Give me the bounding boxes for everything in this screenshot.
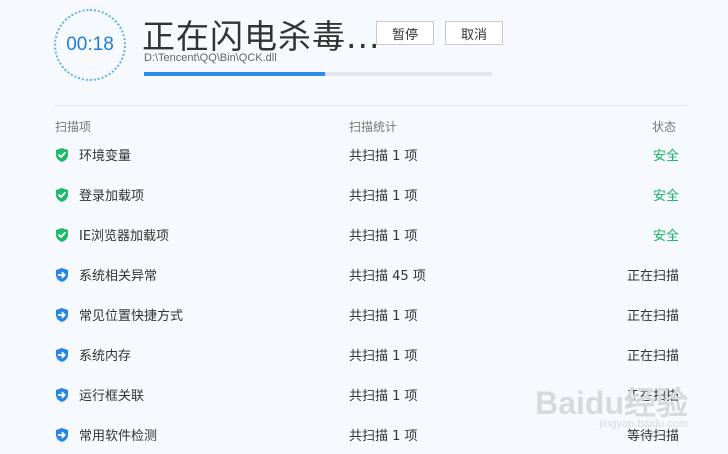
scan-progress-bar — [144, 72, 492, 76]
column-header-item: 扫描项 — [55, 120, 92, 134]
page-title: 正在闪电杀毒... — [142, 17, 381, 56]
green-shield-check-icon — [54, 147, 70, 163]
scan-item-state: 安全 — [652, 149, 679, 164]
pause-button[interactable]: 暂停 — [376, 21, 434, 45]
scan-item-state: 安全 — [652, 189, 679, 204]
scan-item-name: 常见位置快捷方式 — [79, 309, 184, 324]
scan-item-name: 常用软件检测 — [79, 429, 158, 444]
scan-timer: 00:18 — [54, 9, 126, 81]
scan-item-state: 等待扫描 — [626, 429, 679, 444]
blue-shield-arrow-icon — [54, 387, 70, 403]
scan-item-name: 登录加载项 — [79, 189, 145, 204]
scan-item-stat: 共扫描 1 项 — [349, 309, 418, 324]
scan-item-state: 正在扫描 — [626, 389, 679, 404]
scan-item-state: 正在扫描 — [626, 349, 679, 364]
green-shield-check-icon — [54, 227, 70, 243]
scan-item-stat: 共扫描 1 项 — [349, 389, 418, 404]
scan-item-state: 安全 — [652, 229, 679, 244]
scan-item-row: 系统内存 共扫描 1 项 正在扫描 — [0, 334, 728, 374]
blue-shield-arrow-icon — [54, 347, 70, 363]
cancel-button[interactable]: 取消 — [445, 21, 503, 45]
current-file-path: D:\Tencent\QQ\Bin\QCK.dll — [144, 52, 277, 64]
scan-item-stat: 共扫描 1 项 — [349, 229, 418, 244]
scan-progress-fill — [144, 72, 325, 76]
scan-item-row: 运行框关联 共扫描 1 项 正在扫描 — [0, 374, 728, 414]
scan-item-name: 系统内存 — [79, 349, 132, 364]
blue-shield-arrow-icon — [54, 307, 70, 323]
scan-item-stat: 共扫描 45 项 — [349, 269, 426, 284]
scan-item-stat: 共扫描 1 项 — [349, 149, 418, 164]
scan-item-row: 常见位置快捷方式 共扫描 1 项 正在扫描 — [0, 294, 728, 334]
scan-item-stat: 共扫描 1 项 — [349, 349, 418, 364]
scan-item-list: 环境变量 共扫描 1 项 安全 登录加载项 共扫描 1 项 安全 IE浏览器加载… — [0, 134, 728, 454]
column-header-stat: 扫描统计 — [349, 120, 398, 134]
blue-shield-arrow-icon — [54, 267, 70, 283]
scan-item-row: 登录加载项 共扫描 1 项 安全 — [0, 174, 728, 214]
scan-item-state: 正在扫描 — [626, 309, 679, 324]
column-header-state: 状态 — [651, 120, 676, 134]
green-shield-check-icon — [54, 187, 70, 203]
scan-item-row: 系统相关异常 共扫描 45 项 正在扫描 — [0, 254, 728, 294]
timer-text: 00:18 — [66, 34, 114, 55]
blue-shield-arrow-icon — [54, 427, 70, 443]
scan-item-name: 系统相关异常 — [79, 269, 158, 284]
header-divider — [54, 105, 687, 106]
scan-item-row: IE浏览器加载项 共扫描 1 项 安全 — [0, 214, 728, 254]
scan-item-row: 常用软件检测 共扫描 1 项 等待扫描 — [0, 414, 728, 454]
scan-item-name: 运行框关联 — [79, 389, 145, 404]
scan-item-name: IE浏览器加载项 — [79, 229, 170, 244]
scan-item-row: 环境变量 共扫描 1 项 安全 — [0, 134, 728, 174]
scan-item-stat: 共扫描 1 项 — [349, 189, 418, 204]
scan-item-name: 环境变量 — [79, 149, 132, 164]
scan-item-stat: 共扫描 1 项 — [349, 429, 418, 444]
scan-item-state: 正在扫描 — [626, 269, 679, 284]
